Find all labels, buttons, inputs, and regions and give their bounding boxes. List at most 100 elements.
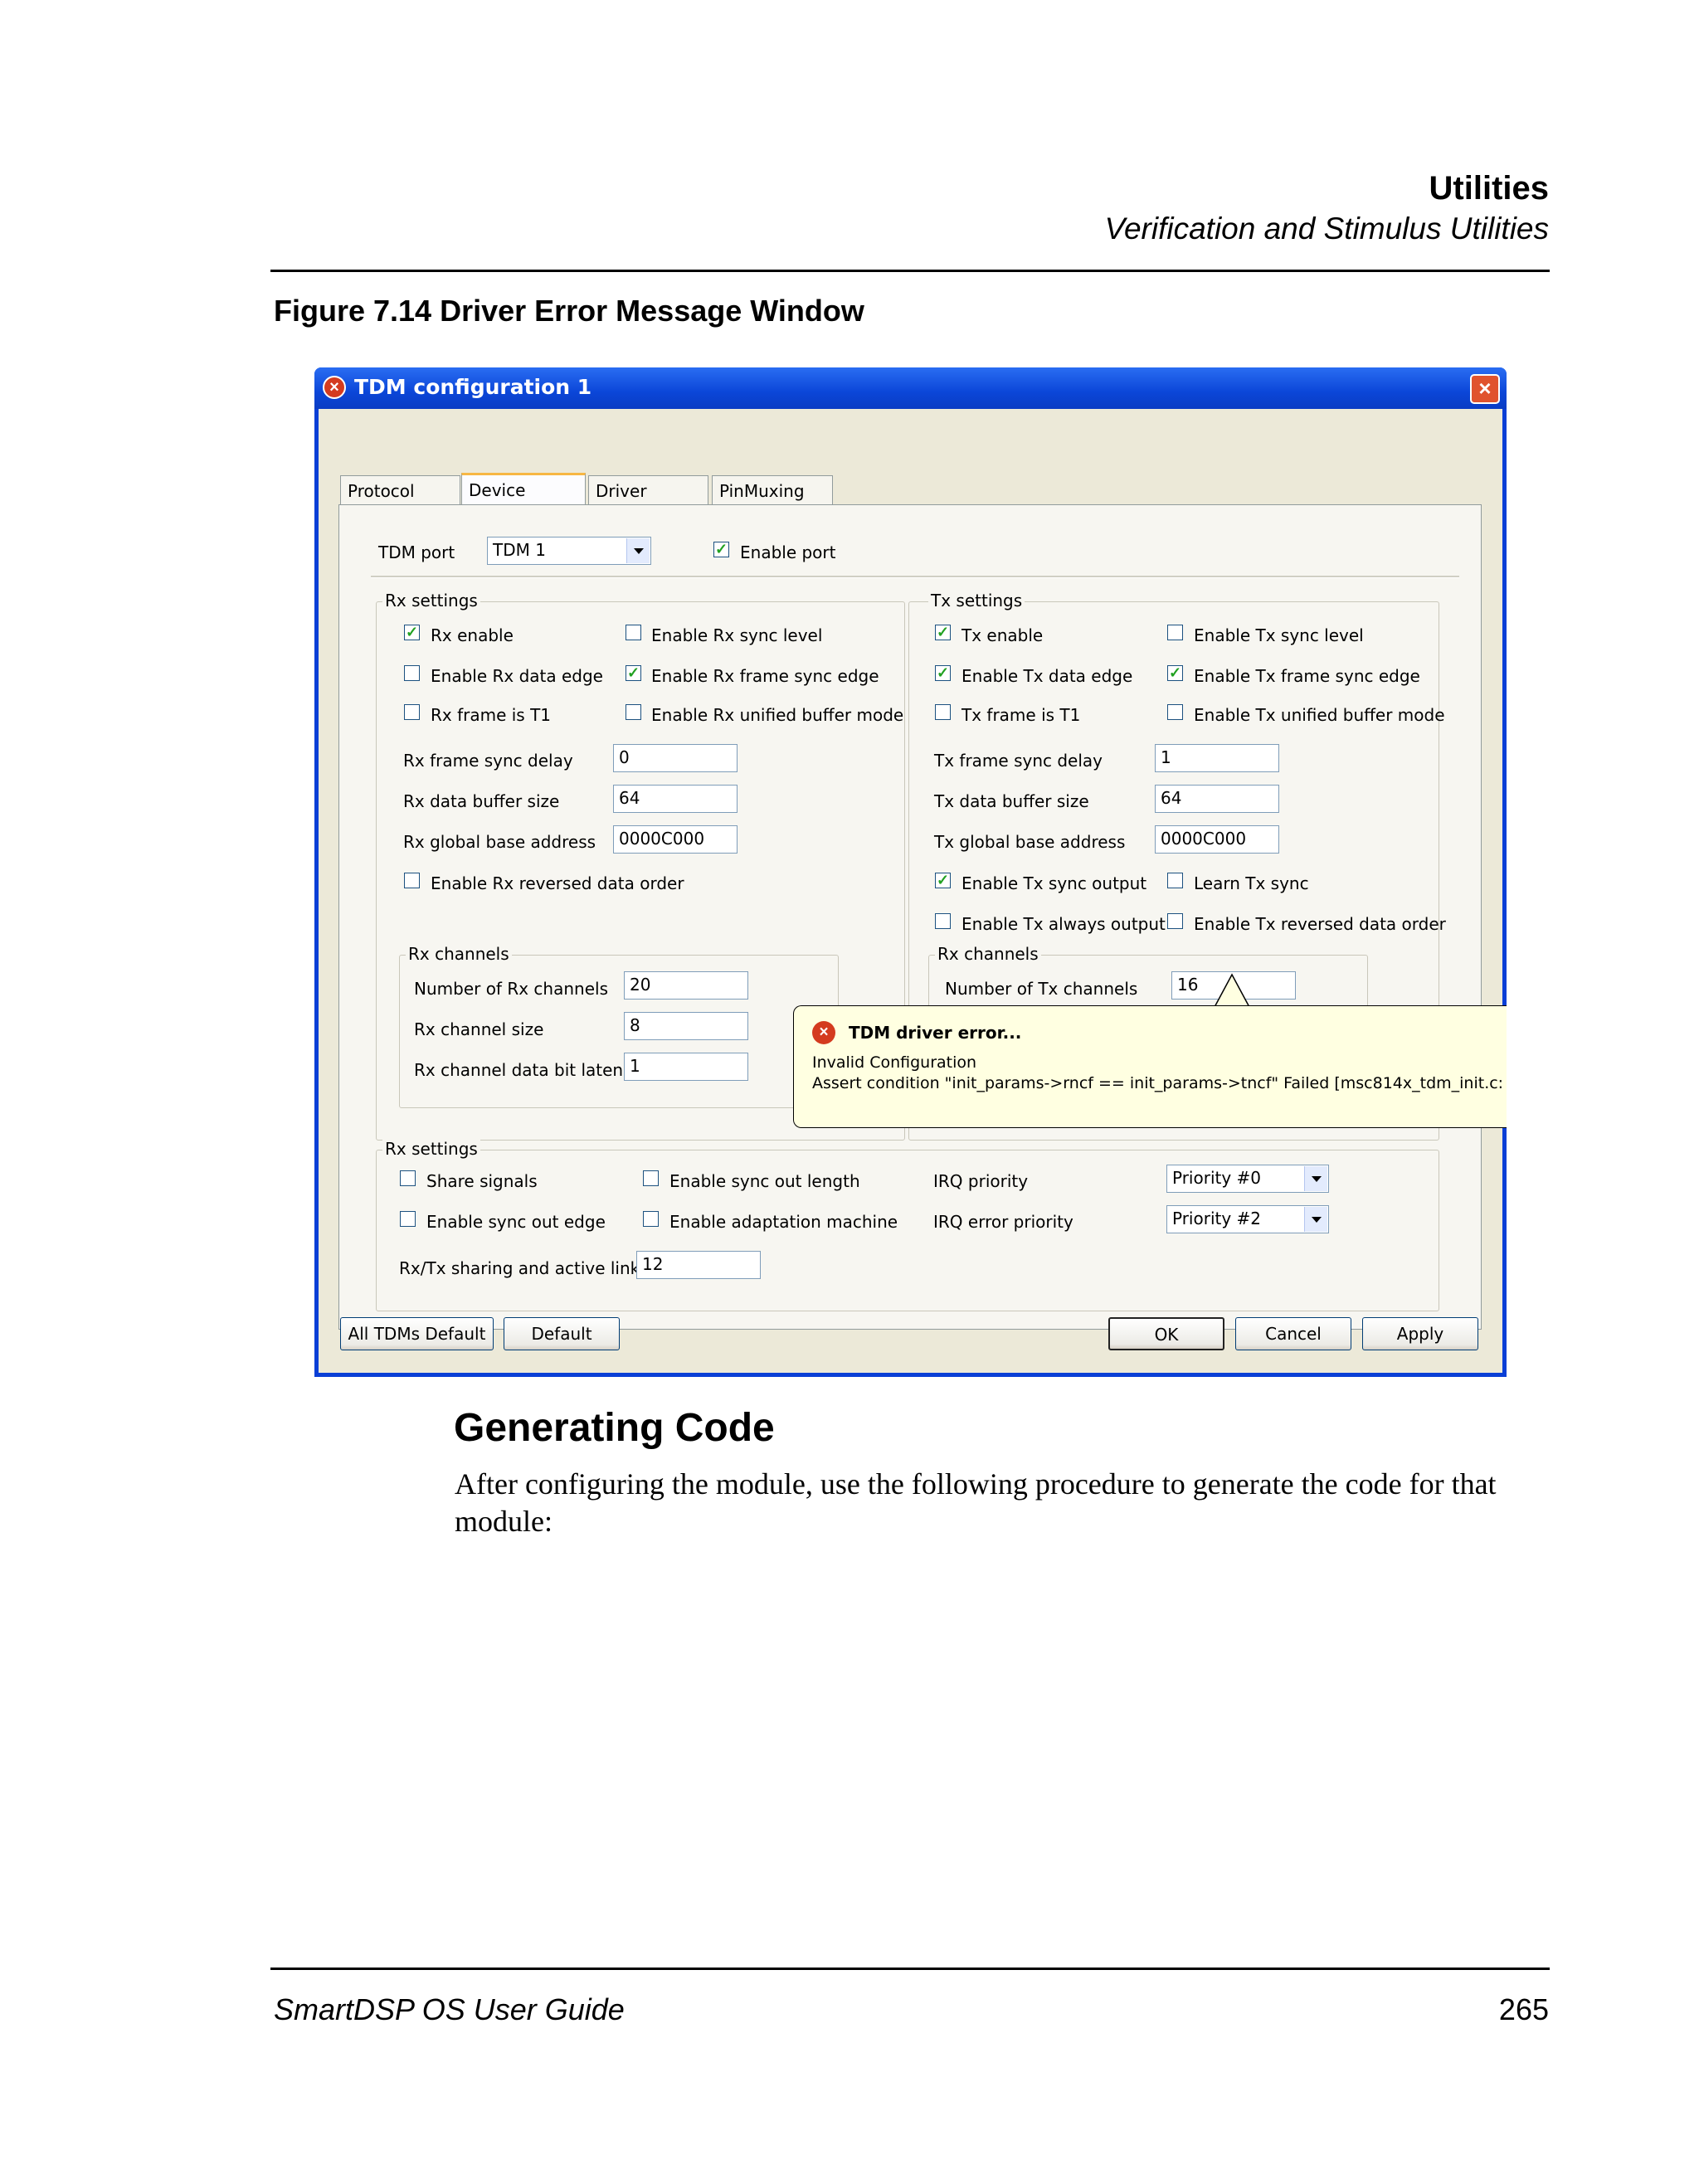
tx-data-buffer-size-label: Tx data buffer size — [934, 791, 1089, 811]
footer-guide-title: SmartDSP OS User Guide — [274, 1992, 625, 2026]
separator — [371, 576, 1459, 578]
tx-frame-sync-delay-field[interactable]: 1 — [1155, 744, 1279, 772]
rx-data-edge-checkbox[interactable] — [404, 665, 420, 681]
rx-frame-t1-checkbox[interactable] — [404, 704, 420, 720]
tx-sync-output-checkbox[interactable]: ✓ — [935, 873, 951, 888]
rx-channel-size-field[interactable]: 8 — [624, 1012, 748, 1040]
chevron-down-icon[interactable] — [1304, 1207, 1327, 1232]
tx-data-buffer-size-field[interactable]: 64 — [1155, 785, 1279, 813]
tdm-port-label: TDM port — [378, 542, 455, 562]
apply-button[interactable]: Apply — [1362, 1317, 1478, 1350]
sync-out-edge-label: Enable sync out edge — [426, 1212, 606, 1232]
irq-priority-label: IRQ priority — [933, 1171, 1029, 1191]
share-signals-checkbox[interactable] — [400, 1170, 416, 1186]
rx-frame-sync-delay-label: Rx frame sync delay — [403, 751, 573, 771]
rx-frame-t1-label: Rx frame is T1 — [431, 705, 552, 725]
section-heading: Generating Code — [454, 1406, 775, 1450]
irq-priority-select[interactable]: Priority #0 — [1166, 1165, 1329, 1193]
page-number: 265 — [1498, 1992, 1549, 2026]
window-title: TDM configuration 1 — [354, 375, 592, 399]
rx-frame-sync-delay-field[interactable]: 0 — [613, 744, 738, 772]
tx-always-output-checkbox[interactable] — [935, 913, 951, 929]
tdm-port-value: TDM 1 — [493, 540, 546, 560]
figure-caption: Figure 7.14 Driver Error Message Window — [274, 294, 864, 328]
sharing-links-label: Rx/Tx sharing and active links — [399, 1258, 649, 1278]
tx-data-edge-checkbox[interactable]: ✓ — [935, 665, 951, 681]
tx-frame-sync-edge-label: Enable Tx frame sync edge — [1194, 666, 1420, 686]
driver-error-tooltip: × TDM driver error... Invalid Configurat… — [793, 1005, 1507, 1128]
default-button[interactable]: Default — [504, 1317, 620, 1350]
tdm-config-window: × TDM configuration 1 × Protocol Device … — [314, 367, 1507, 1377]
tooltip-line-2: Assert condition "init_params->rncf == i… — [812, 1074, 1506, 1092]
device-tab-panel: TDM port TDM 1 ✓ Enable port Rx settings… — [338, 504, 1482, 1330]
num-tx-channels-label: Number of Tx channels — [945, 979, 1138, 999]
rx-global-base-address-field[interactable]: 0000C000 — [613, 825, 738, 854]
chevron-down-icon[interactable] — [626, 538, 650, 563]
tx-frame-sync-edge-checkbox[interactable]: ✓ — [1167, 665, 1183, 681]
learn-tx-sync-checkbox[interactable] — [1167, 873, 1183, 888]
tx-global-base-address-field[interactable]: 0000C000 — [1155, 825, 1279, 854]
tx-always-output-label: Enable Tx always output — [961, 914, 1166, 934]
irq-error-priority-value: Priority #2 — [1172, 1209, 1262, 1228]
tx-sync-level-checkbox[interactable] — [1167, 625, 1183, 640]
cancel-button[interactable]: Cancel — [1235, 1317, 1351, 1350]
sharing-links-field[interactable]: 12 — [636, 1251, 761, 1279]
tooltip-title: TDM driver error... — [849, 1023, 1022, 1043]
tx-unified-buffer-checkbox[interactable] — [1167, 704, 1183, 720]
rx-frame-sync-edge-checkbox[interactable]: ✓ — [626, 665, 641, 681]
tooltip-line-1: Invalid Configuration — [812, 1053, 977, 1072]
tx-frame-t1-checkbox[interactable] — [935, 704, 951, 720]
rx-data-buffer-size-label: Rx data buffer size — [403, 791, 560, 811]
num-rx-channels-field[interactable]: 20 — [624, 971, 748, 1000]
adaptation-machine-checkbox[interactable] — [643, 1211, 659, 1227]
all-tdms-default-button[interactable]: All TDMs Default — [340, 1317, 494, 1350]
header-rule — [270, 270, 1550, 272]
tx-frame-sync-delay-label: Tx frame sync delay — [934, 751, 1103, 771]
enable-port-checkbox[interactable]: ✓ — [713, 542, 729, 557]
tx-sync-output-label: Enable Tx sync output — [961, 873, 1147, 893]
rx-channels-label: Rx channels — [406, 944, 512, 964]
tx-sync-level-label: Enable Tx sync level — [1194, 625, 1364, 645]
rx-channel-latency-label: Rx channel data bit latency — [414, 1060, 642, 1080]
rx-channel-latency-field[interactable]: 1 — [624, 1053, 748, 1081]
window-client: Protocol Device Driver PinMuxing TDM por… — [319, 409, 1502, 1373]
rx-enable-label: Rx enable — [431, 625, 514, 645]
share-signals-label: Share signals — [426, 1171, 538, 1191]
shared-settings-label: Rx settings — [382, 1139, 480, 1159]
footer-rule — [270, 1968, 1550, 1970]
body-paragraph: After configuring the module, use the fo… — [455, 1467, 1497, 1538]
rx-settings-label: Rx settings — [382, 591, 480, 610]
tx-global-base-address-label: Tx global base address — [934, 832, 1126, 852]
tab-protocol[interactable]: Protocol — [340, 475, 460, 505]
tx-unified-buffer-label: Enable Tx unified buffer mode — [1194, 705, 1445, 725]
adaptation-machine-label: Enable adaptation machine — [669, 1212, 898, 1232]
sync-out-length-label: Enable sync out length — [669, 1171, 860, 1191]
tab-driver[interactable]: Driver — [588, 475, 708, 505]
enable-port-label: Enable port — [740, 542, 836, 562]
tdm-port-select[interactable]: TDM 1 — [487, 537, 651, 565]
tooltip-pointer — [1213, 973, 1251, 1009]
irq-error-priority-label: IRQ error priority — [933, 1212, 1073, 1232]
rx-unified-buffer-label: Enable Rx unified buffer mode — [651, 705, 904, 725]
tx-reversed-order-checkbox[interactable] — [1167, 913, 1183, 929]
sync-out-length-checkbox[interactable] — [643, 1170, 659, 1186]
title-bar[interactable]: × TDM configuration 1 × — [314, 367, 1507, 409]
section-title: Utilities — [1429, 170, 1549, 207]
tab-device[interactable]: Device — [461, 473, 586, 506]
chevron-down-icon[interactable] — [1304, 1166, 1327, 1191]
rx-data-buffer-size-field[interactable]: 64 — [613, 785, 738, 813]
irq-error-priority-select[interactable]: Priority #2 — [1166, 1205, 1329, 1233]
learn-tx-sync-label: Learn Tx sync — [1194, 873, 1309, 893]
rx-unified-buffer-checkbox[interactable] — [626, 704, 641, 720]
irq-priority-value: Priority #0 — [1172, 1168, 1262, 1188]
ok-button[interactable]: OK — [1108, 1317, 1224, 1350]
close-button[interactable]: × — [1470, 374, 1500, 404]
rx-frame-sync-edge-label: Enable Rx frame sync edge — [651, 666, 879, 686]
sync-out-edge-checkbox[interactable] — [400, 1211, 416, 1227]
tx-enable-checkbox[interactable]: ✓ — [935, 625, 951, 640]
tab-pinmuxing[interactable]: PinMuxing — [712, 475, 833, 505]
rx-sync-level-checkbox[interactable] — [626, 625, 641, 640]
rx-reversed-order-label: Enable Rx reversed data order — [431, 873, 684, 893]
rx-reversed-order-checkbox[interactable] — [404, 873, 420, 888]
rx-enable-checkbox[interactable]: ✓ — [404, 625, 420, 640]
